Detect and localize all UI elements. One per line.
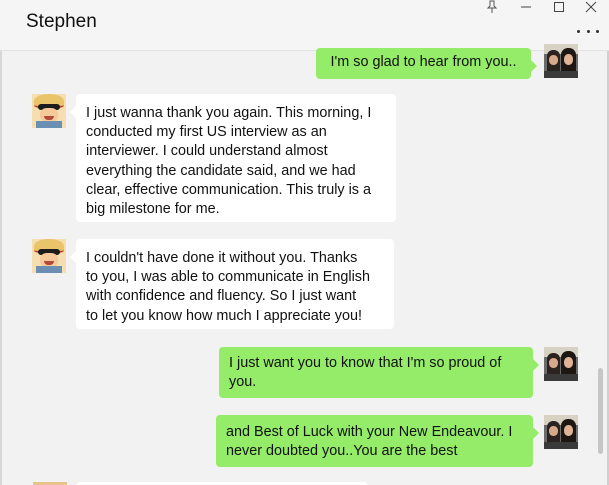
message-line: everything the candidate said, and we ha…	[86, 162, 356, 179]
minimize-icon[interactable]	[513, 0, 539, 16]
message-line: you.	[229, 374, 257, 391]
couple-avatar[interactable]	[544, 44, 578, 78]
message-line: to you, I was able to communicate in Eng…	[86, 269, 370, 286]
message-line: with confidence and fluency. So I just w…	[86, 288, 357, 305]
chat-title: Stephen	[26, 11, 97, 32]
dot	[577, 29, 580, 33]
message-line: big milestone for me.	[86, 201, 220, 218]
dot	[596, 29, 599, 33]
message-line: I just want you to know that I'm so prou…	[229, 355, 502, 371]
maximize-icon[interactable]	[546, 0, 572, 16]
chat-header: Stephen	[0, 0, 609, 51]
message-line: I just wanna thank you again. This morni…	[86, 105, 372, 121]
outgoing-message-bubble[interactable]: and Best of Luck with your New Endeavour…	[216, 415, 539, 467]
scrollbar-thumb[interactable]	[598, 368, 603, 454]
message-line: clear, effective communication. This tru…	[86, 181, 372, 198]
message-text: I'm so glad to hear from you..	[330, 54, 517, 70]
window-left-border	[0, 0, 2, 485]
more-options-icon[interactable]	[577, 26, 599, 36]
outgoing-message-bubble[interactable]: I just want you to know that I'm so prou…	[219, 347, 539, 398]
chat-window: Stephen I'm so glad to hear from you.. I…	[0, 0, 609, 485]
luffy-avatar[interactable]	[32, 239, 66, 273]
message-line: conducted my first US interview as an	[86, 124, 327, 141]
incoming-message-bubble[interactable]: I just wanna thank you again. This morni…	[70, 94, 396, 222]
message-line: I couldn't have done it without you. Tha…	[86, 250, 358, 266]
close-icon[interactable]	[578, 0, 604, 16]
couple-avatar[interactable]	[544, 415, 578, 449]
luffy-avatar[interactable]	[32, 94, 66, 128]
couple-avatar[interactable]	[544, 347, 578, 381]
pin-icon[interactable]	[479, 0, 505, 16]
message-line: and Best of Luck with your New Endeavour…	[226, 424, 513, 440]
message-line: to let you know how much I appreciate yo…	[86, 307, 362, 324]
incoming-message-bubble[interactable]: I couldn't have done it without you. Tha…	[70, 239, 394, 329]
message-line: never doubted you..You are the best	[226, 443, 458, 460]
outgoing-message-bubble[interactable]: I'm so glad to hear from you..	[316, 48, 537, 79]
message-line: interviewer. I could understand almost	[86, 143, 328, 160]
dot	[586, 29, 590, 33]
